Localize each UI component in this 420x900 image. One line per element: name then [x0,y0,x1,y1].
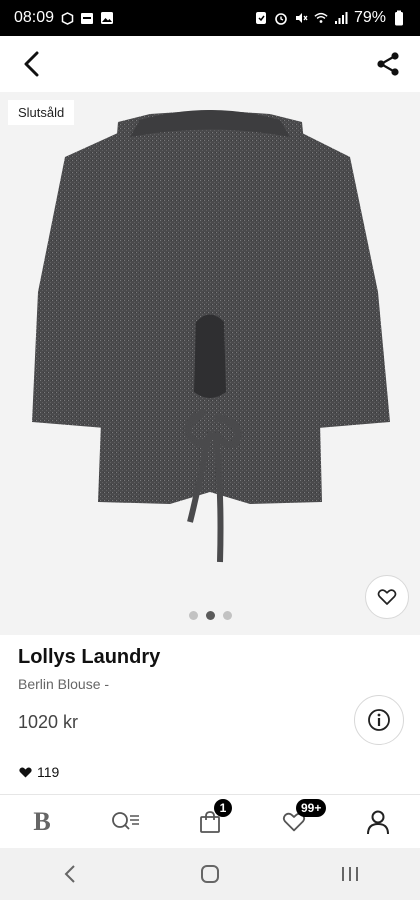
bottom-nav: B 1 99+ [0,794,420,848]
nav-cart[interactable]: 1 [182,795,238,849]
likes-count: 119 [18,764,59,780]
nav-search[interactable] [98,795,154,849]
system-nav-bar [0,848,420,900]
notification-icon [60,11,74,25]
status-time: 08:09 [14,9,55,26]
brand-name[interactable]: Lollys Laundry [18,646,160,669]
sold-out-badge: Slutsåld [8,100,75,125]
favorites-badge: 99+ [296,798,327,817]
product-price: 1020 kr [18,712,79,732]
product-image [32,110,390,563]
status-right: 79% [254,9,406,27]
nav-home[interactable]: B [14,795,70,849]
cart-badge: 1 [214,798,232,817]
nav-favorites[interactable]: 99+ [266,795,327,849]
product-name: Berlin Blouse - [18,676,110,692]
home-logo: B [33,806,51,836]
system-home-icon [201,865,219,883]
share-icon [377,52,399,76]
status-left: 08:09 [14,9,114,27]
info-icon [368,709,390,731]
gallery-icon [100,11,114,25]
system-back-icon [64,865,75,883]
wifi-icon [314,11,328,25]
signal-icon [334,11,348,25]
carousel-dot[interactable] [188,611,198,620]
carousel-dot-active[interactable] [205,611,215,620]
likes-value: 119 [37,764,60,780]
alarm-clock-icon [274,11,288,25]
battery-percent: 79% [353,9,386,26]
favorite-button[interactable] [365,575,409,619]
heart-outline-icon [377,589,397,605]
carousel-dots [0,611,420,620]
search-list-icon [112,811,139,830]
mute-icon [294,11,308,25]
chevron-left-icon [24,51,39,77]
calendar-icon [80,11,94,25]
nav-profile[interactable] [350,795,406,849]
system-home-button[interactable] [180,848,240,900]
carousel-dot[interactable] [222,611,232,620]
system-recents-icon [342,867,358,881]
top-bar [0,36,420,92]
product-image-carousel[interactable]: Slutsåld [0,92,420,635]
info-button[interactable] [354,695,404,745]
system-back-button[interactable] [40,848,100,900]
battery-icon [392,10,406,26]
share-button[interactable] [370,46,406,82]
alarm-icon [254,11,268,25]
system-recents-button[interactable] [320,848,380,900]
back-button[interactable] [14,46,50,82]
status-bar: 08:09 79% [0,0,420,36]
profile-icon [367,810,389,834]
heart-filled-icon [19,767,32,778]
